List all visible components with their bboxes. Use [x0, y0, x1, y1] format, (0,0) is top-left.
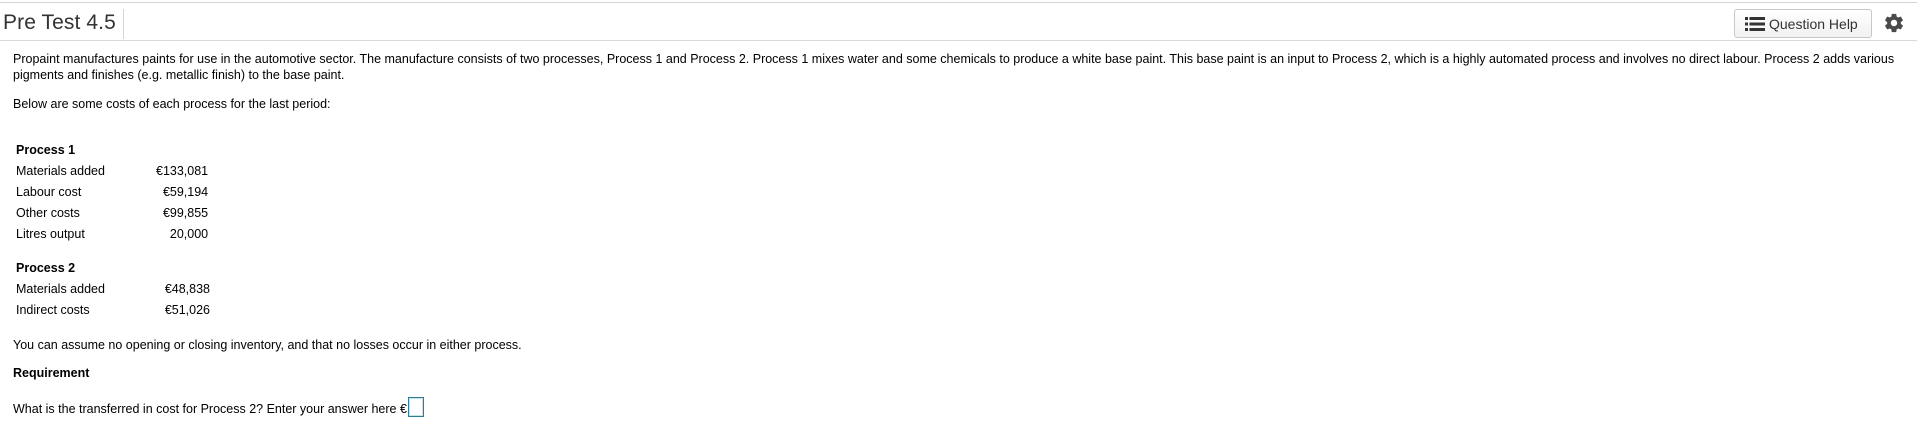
cost-value: 20,000	[169, 226, 209, 241]
process1-heading: Process 1	[16, 142, 76, 157]
table-row: Materials added €48,838	[13, 278, 213, 299]
cost-label: Materials added	[16, 281, 105, 296]
table-row: Materials added €133,081	[13, 160, 211, 181]
table-row: Indirect costs €51,026	[13, 299, 213, 320]
cost-value: €99,855	[162, 205, 209, 220]
cost-value: €48,838	[164, 281, 210, 296]
process1-table: Process 1 Materials added €133,081 Labou…	[13, 139, 211, 244]
cost-label: Labour cost	[16, 184, 82, 199]
cost-label: Other costs	[16, 205, 80, 220]
title-divider	[123, 9, 124, 39]
cost-value: €133,081	[156, 163, 209, 178]
cost-label: Indirect costs	[16, 302, 90, 317]
answer-prompt-line: What is the transferred in cost for Proc…	[13, 397, 424, 417]
costs-intro-text: Below are some costs of each process for…	[13, 97, 331, 111]
process2-heading: Process 2	[16, 260, 76, 275]
cost-value: €59,194	[162, 184, 209, 199]
list-icon	[1745, 16, 1765, 31]
answer-prompt: What is the transferred in cost for Proc…	[13, 402, 407, 416]
cost-label: Litres output	[16, 226, 85, 241]
process2-table: Process 2 Materials added €48,838 Indire…	[13, 257, 213, 320]
table-row: Other costs €99,855	[13, 202, 211, 223]
table-row: Litres output 20,000	[13, 223, 211, 244]
cost-value: €51,026	[164, 302, 210, 317]
page-title: Pre Test 4.5	[3, 11, 116, 34]
question-help-button[interactable]: Question Help	[1734, 9, 1872, 38]
gear-icon[interactable]	[1883, 12, 1905, 34]
answer-input[interactable]	[407, 397, 424, 417]
question-help-label: Question Help	[1769, 15, 1858, 32]
assumption-text: You can assume no opening or closing inv…	[13, 338, 522, 352]
intro-paragraph: Propaint manufactures paints for use in …	[13, 52, 1895, 82]
table-row: Labour cost €59,194	[13, 181, 211, 202]
requirement-heading: Requirement	[13, 366, 90, 380]
cost-label: Materials added	[16, 163, 105, 178]
header-bar: Pre Test 4.5 Question Help	[0, 3, 1917, 41]
